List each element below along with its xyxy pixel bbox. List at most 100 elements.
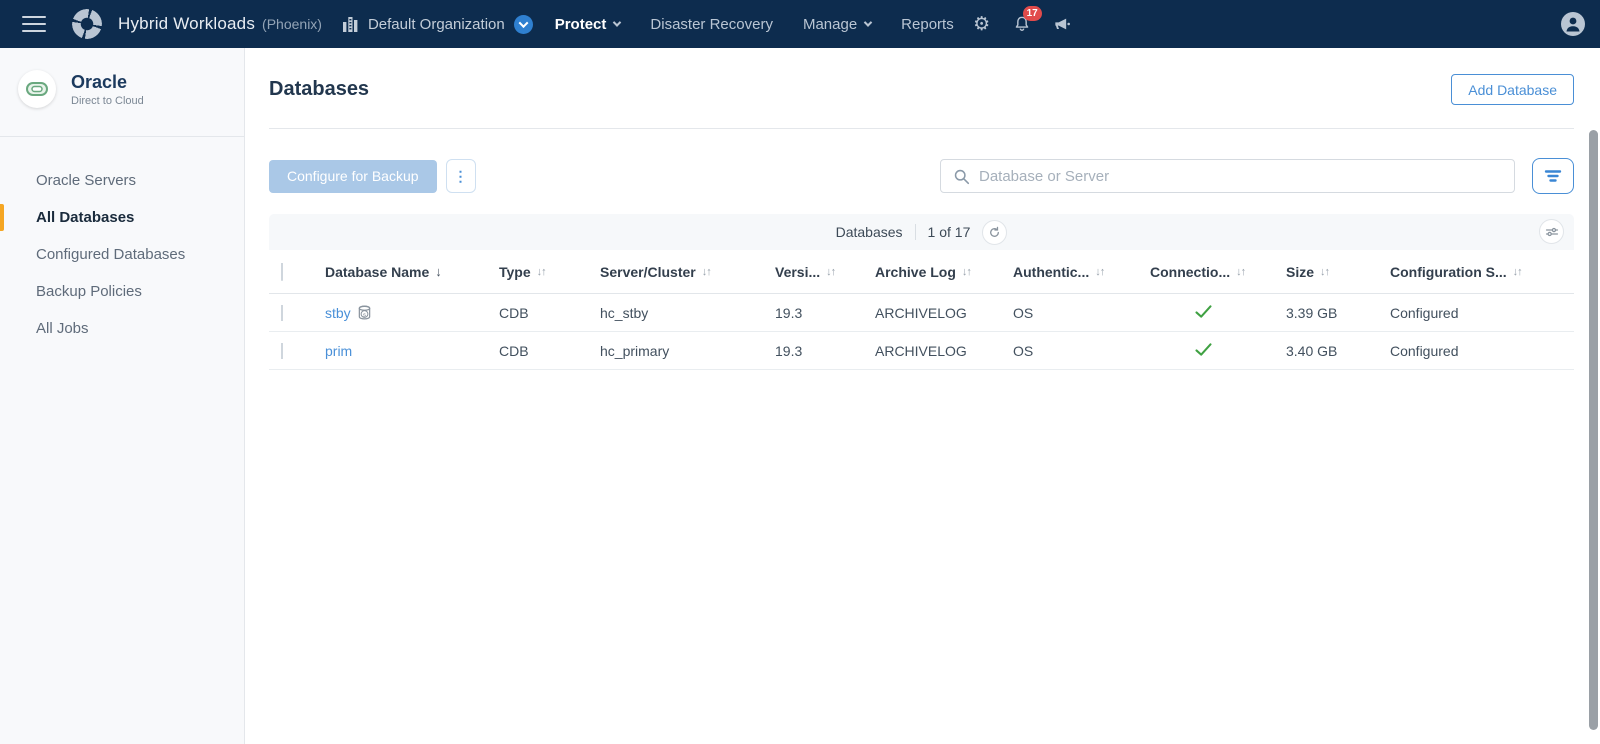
sidebar: Oracle Direct to Cloud Oracle Servers Al… — [0, 48, 245, 744]
sidebar-item-oracle-servers[interactable]: Oracle Servers — [0, 162, 244, 199]
database-name-link[interactable]: prim — [325, 343, 352, 359]
nav-item-reports[interactable]: Reports — [901, 16, 954, 33]
authentication-cell: OS — [1013, 343, 1150, 359]
organization-selector[interactable]: Default Organization — [342, 15, 533, 34]
sidebar-item-all-jobs[interactable]: All Jobs — [0, 310, 244, 347]
sidebar-app-name: Oracle — [71, 72, 144, 93]
column-header-size[interactable]: Size ↓↑ — [1286, 264, 1390, 280]
type-cell: CDB — [499, 305, 600, 321]
column-header-version[interactable]: Versi... ↓↑ — [775, 264, 875, 280]
announcements-button[interactable] — [1050, 12, 1074, 36]
settings-gear-button[interactable]: ⚙ — [970, 12, 994, 36]
row-checkbox[interactable] — [281, 343, 283, 359]
notification-count-badge: 17 — [1023, 6, 1042, 21]
nav-item-manage[interactable]: Manage — [803, 16, 871, 33]
sidebar-divider — [0, 136, 244, 137]
version-cell: 19.3 — [775, 305, 875, 321]
sidebar-item-all-databases[interactable]: All Databases — [0, 199, 244, 236]
refresh-button[interactable] — [982, 220, 1007, 245]
configuration-status-cell: Configured — [1390, 343, 1574, 359]
refresh-icon — [988, 226, 1001, 239]
oracle-app-icon — [18, 70, 56, 108]
add-database-button[interactable]: Add Database — [1451, 74, 1574, 105]
header-divider — [269, 128, 1574, 129]
summary-entity-label: Databases — [836, 224, 903, 240]
search-icon — [953, 168, 970, 185]
column-label: Versi... — [775, 264, 820, 280]
column-label: Configuration S... — [1390, 264, 1507, 280]
summary-count: 1 of 17 — [928, 224, 971, 240]
sidebar-item-label: Oracle Servers — [36, 172, 136, 189]
sort-icon: ↓↑ — [537, 266, 546, 278]
app-subtitle: (Phoenix) — [262, 16, 322, 32]
top-icon-group: ⚙ 17 — [970, 12, 1074, 36]
column-header-server-cluster[interactable]: Server/Cluster ↓↑ — [600, 264, 775, 280]
column-label: Server/Cluster — [600, 264, 696, 280]
size-cell: 3.39 GB — [1286, 305, 1390, 321]
version-cell: 19.3 — [775, 343, 875, 359]
more-actions-button[interactable]: ⋮ — [446, 159, 476, 193]
oracle-db-icon — [25, 80, 49, 98]
connected-check-icon — [1194, 304, 1213, 319]
nav-label: Reports — [901, 16, 954, 33]
connection-cell — [1150, 304, 1286, 322]
sidebar-item-label: All Databases — [36, 209, 134, 226]
nav-label: Disaster Recovery — [650, 16, 773, 33]
server-cell: hc_primary — [600, 343, 775, 359]
search-input[interactable] — [979, 168, 1502, 185]
user-avatar-button[interactable] — [1560, 11, 1586, 37]
type-cell: CDB — [499, 343, 600, 359]
filter-icon — [1544, 169, 1562, 183]
nav-label: Manage — [803, 16, 857, 33]
sort-icon: ↓↑ — [962, 266, 971, 278]
column-label: Size — [1286, 264, 1314, 280]
database-name-link[interactable]: stby s — [325, 305, 372, 321]
row-checkbox[interactable] — [281, 305, 283, 321]
column-label: Connectio... — [1150, 264, 1230, 280]
configuration-status-cell: Configured — [1390, 305, 1574, 321]
top-nav-menu: Protect Disaster Recovery Manage Reports — [555, 16, 954, 33]
sort-icon: ↓↑ — [702, 266, 711, 278]
vertical-scrollbar[interactable] — [1589, 130, 1598, 730]
main-content: Databases Add Database Configure for Bac… — [245, 48, 1600, 744]
sort-icon: ↓↑ — [1236, 266, 1245, 278]
sidebar-item-backup-policies[interactable]: Backup Policies — [0, 273, 244, 310]
column-header-connection[interactable]: Connectio... ↓↑ — [1150, 264, 1286, 280]
sidebar-item-label: Configured Databases — [36, 246, 185, 263]
organization-chevron-badge[interactable] — [514, 15, 533, 34]
sidebar-item-configured-databases[interactable]: Configured Databases — [0, 236, 244, 273]
nav-item-protect[interactable]: Protect — [555, 16, 621, 33]
archive-log-cell: ARCHIVELOG — [875, 305, 1013, 321]
hamburger-menu-icon[interactable] — [22, 16, 46, 32]
top-navigation-bar: Hybrid Workloads (Phoenix) Default Organ… — [0, 0, 1600, 48]
column-header-authentication[interactable]: Authentic... ↓↑ — [1013, 264, 1150, 280]
table-header-row: Database Name ↓ Type ↓↑ Server/Cluster ↓… — [269, 250, 1574, 294]
column-header-database-name[interactable]: Database Name ↓ — [325, 264, 499, 280]
authentication-cell: OS — [1013, 305, 1150, 321]
nav-label: Protect — [555, 16, 607, 33]
server-cell: hc_stby — [600, 305, 775, 321]
select-all-checkbox[interactable] — [281, 263, 283, 281]
app-title: Hybrid Workloads — [118, 14, 255, 34]
sort-desc-icon: ↓ — [435, 264, 442, 279]
archive-log-cell: ARCHIVELOG — [875, 343, 1013, 359]
column-label: Database Name — [325, 264, 429, 280]
table-row: prim CDB hc_primary 19.3 ARCHIVELOG OS 3… — [269, 332, 1574, 370]
brand-logo-icon[interactable] — [68, 5, 106, 43]
nav-item-disaster-recovery[interactable]: Disaster Recovery — [650, 16, 773, 33]
column-settings-button[interactable] — [1539, 219, 1564, 244]
column-header-archive-log[interactable]: Archive Log ↓↑ — [875, 264, 1013, 280]
column-header-type[interactable]: Type ↓↑ — [499, 264, 600, 280]
configure-for-backup-button[interactable]: Configure for Backup — [269, 160, 437, 193]
table-summary-bar: Databases 1 of 17 — [269, 214, 1574, 250]
column-header-configuration-status[interactable]: Configuration S... ↓↑ — [1390, 264, 1574, 280]
chevron-down-icon — [613, 18, 621, 26]
svg-text:s: s — [363, 312, 366, 318]
gear-icon: ⚙ — [973, 15, 990, 34]
notifications-button[interactable]: 17 — [1010, 12, 1034, 36]
connection-cell — [1150, 342, 1286, 360]
database-name: stby — [325, 305, 351, 321]
filter-button[interactable] — [1532, 158, 1574, 194]
sidebar-nav: Oracle Servers All Databases Configured … — [0, 162, 244, 347]
sort-icon: ↓↑ — [1095, 266, 1104, 278]
